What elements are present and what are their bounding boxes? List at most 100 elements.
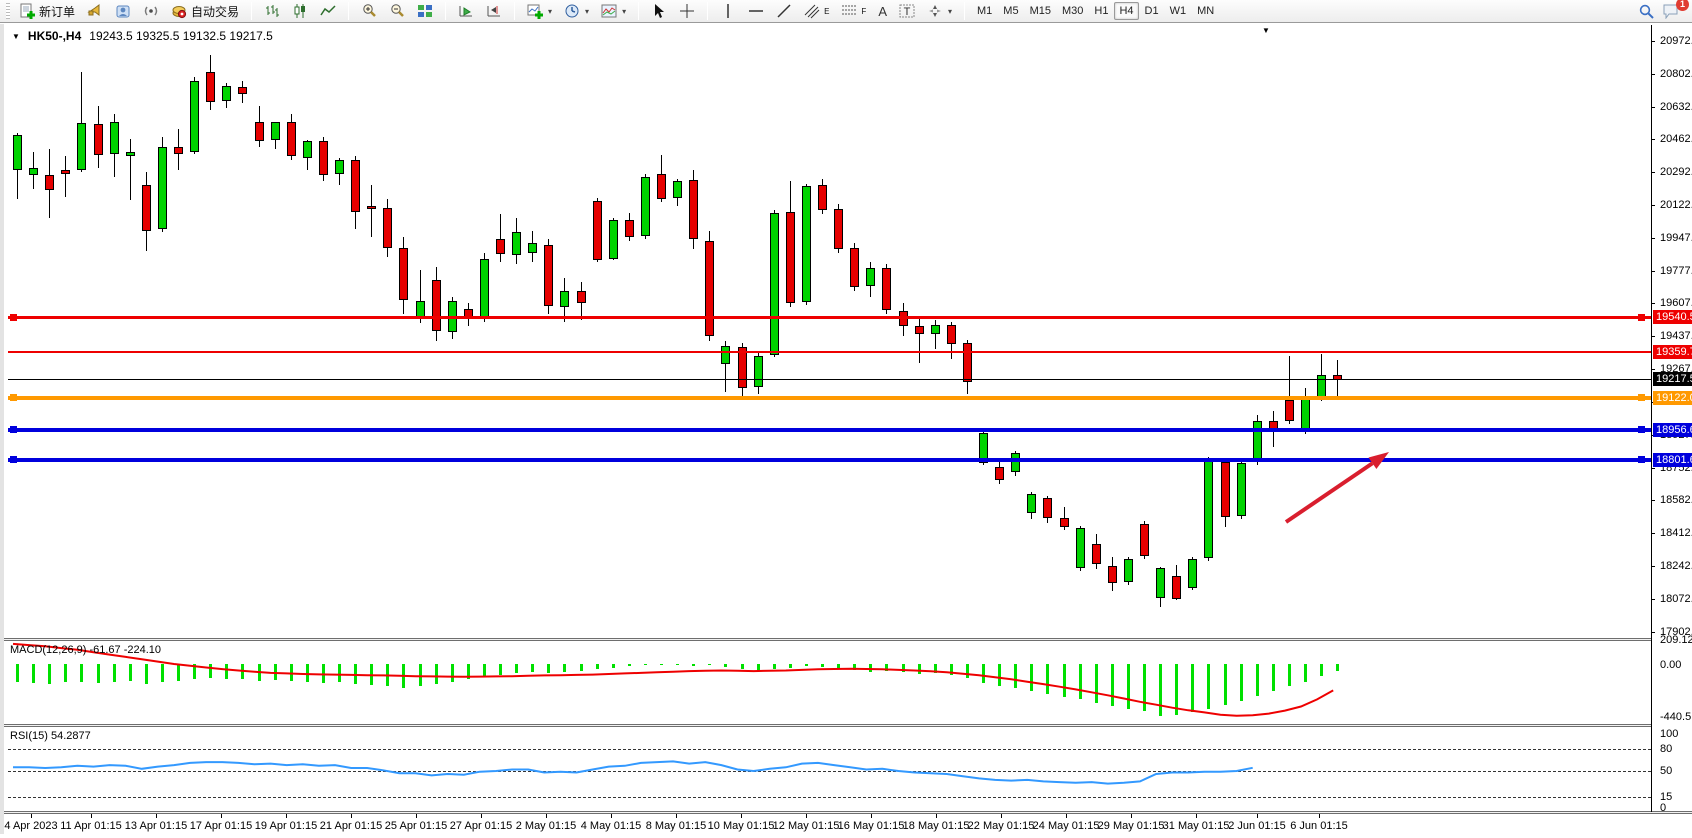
chart-shift-button[interactable] — [481, 1, 507, 21]
timeframe-mn[interactable]: MN — [1192, 2, 1219, 20]
date-tick-label: 2 May 01:15 — [516, 820, 577, 832]
new-chart-button[interactable]: ▾ — [522, 1, 557, 21]
line-handle[interactable] — [10, 314, 17, 321]
date-tickmark — [91, 814, 92, 818]
date-tickmark — [611, 814, 612, 818]
fibo-tool-sub: F — [861, 7, 866, 16]
crosshair-tool-button[interactable] — [674, 1, 700, 21]
chart-symbol-period: HK50-,H4 — [28, 29, 81, 43]
fibonacci-tool-button[interactable]: F — [836, 1, 871, 21]
date-tickmark — [156, 814, 157, 818]
candle — [238, 87, 247, 95]
zoom-out-icon — [389, 3, 405, 19]
toolbar-grip[interactable] — [6, 3, 10, 19]
separator — [964, 2, 965, 20]
horizontal-line-18801.6[interactable] — [8, 458, 1651, 462]
macd-histogram-bar — [193, 664, 196, 679]
macd-histogram-bar — [1240, 664, 1243, 701]
date-tick-label: 11 Apr 01:15 — [60, 820, 122, 832]
label-tool-button[interactable]: T — [894, 1, 920, 21]
macd-histogram-bar — [354, 664, 357, 684]
macd-pane[interactable] — [8, 641, 1651, 724]
timeframe-m5[interactable]: M5 — [998, 2, 1023, 20]
candle — [1237, 463, 1246, 516]
timeframe-h1[interactable]: H1 — [1089, 2, 1113, 20]
macd-histogram-bar — [837, 664, 840, 668]
price-tickmark — [1651, 632, 1655, 633]
cursor-tool-button[interactable] — [646, 1, 672, 21]
trading-platform-window: 新订单 自动交易 — [0, 0, 1692, 838]
horizontal-line-19540.5[interactable] — [8, 316, 1651, 319]
timeframe-h4[interactable]: H4 — [1114, 2, 1138, 20]
price-flag-19540.5: 19540.5 — [1653, 310, 1692, 324]
line-chart-button[interactable] — [315, 1, 341, 21]
periods-button[interactable]: ▾ — [559, 1, 594, 21]
macd-histogram-bar — [467, 664, 470, 679]
date-tickmark — [871, 814, 872, 818]
bar-chart-button[interactable] — [259, 1, 285, 21]
zoom-out-button[interactable] — [384, 1, 410, 21]
macd-histogram-bar — [290, 664, 293, 681]
macd-histogram-bar — [48, 664, 51, 684]
macd-histogram-bar — [515, 664, 518, 673]
line-handle[interactable] — [1638, 426, 1645, 433]
timeframe-d1[interactable]: D1 — [1140, 2, 1164, 20]
horizontal-line-19359.7[interactable] — [8, 351, 1651, 353]
line-handle[interactable] — [1638, 314, 1645, 321]
candle — [303, 141, 312, 158]
line-handle[interactable] — [10, 426, 17, 433]
line-handle[interactable] — [1638, 456, 1645, 463]
zoom-in-button[interactable] — [356, 1, 382, 21]
horizontal-line-18956.6[interactable] — [8, 428, 1651, 432]
text-tool-button[interactable]: A — [873, 1, 892, 21]
candle — [947, 325, 956, 344]
price-tick-label: 20462.0 — [1660, 133, 1692, 145]
channel-tool-button[interactable]: E — [799, 1, 834, 21]
signal-button[interactable] — [138, 1, 164, 21]
auto-trading-icon — [171, 3, 187, 19]
vertical-line-tool-button[interactable] — [715, 1, 741, 21]
macd-histogram-bar — [32, 664, 35, 683]
auto-scroll-button[interactable] — [453, 1, 479, 21]
profile-button[interactable] — [110, 1, 136, 21]
price-tickmark — [1651, 533, 1655, 534]
trendline-tool-button[interactable] — [771, 1, 797, 21]
candle — [45, 175, 54, 190]
search-icon[interactable] — [1638, 3, 1654, 19]
macd-histogram-bar — [1224, 664, 1227, 705]
line-handle[interactable] — [10, 456, 17, 463]
arrows-tool-button[interactable]: ▾ — [922, 1, 957, 21]
timeframe-m30[interactable]: M30 — [1057, 2, 1088, 20]
timeframe-w1[interactable]: W1 — [1165, 2, 1192, 20]
macd-histogram-bar — [596, 664, 599, 669]
line-handle[interactable] — [1638, 394, 1645, 401]
main-chart-pane[interactable] — [8, 25, 1651, 638]
price-tickmark — [1651, 172, 1655, 173]
horizontal-line-19122.0[interactable] — [8, 396, 1651, 400]
candle — [528, 243, 537, 253]
channel-tool-sub: E — [824, 7, 829, 16]
auto-trading-button[interactable]: 自动交易 — [166, 1, 244, 21]
candle — [29, 168, 38, 175]
line-handle[interactable] — [10, 394, 17, 401]
separator — [251, 2, 252, 20]
price-tick-label: 20632.0 — [1660, 101, 1692, 113]
indicators-button[interactable]: ▾ — [596, 1, 631, 21]
rsi-pane[interactable] — [8, 727, 1651, 811]
timeframe-m15[interactable]: M15 — [1025, 2, 1056, 20]
new-order-button[interactable]: 新订单 — [14, 1, 80, 21]
symbol-dropdown-icon[interactable]: ▼ — [12, 32, 20, 41]
alerts-button[interactable] — [82, 1, 108, 21]
candlestick-chart-button[interactable] — [287, 1, 313, 21]
date-tickmark — [481, 814, 482, 818]
horizontal-line-tool-button[interactable] — [743, 1, 769, 21]
time-axis[interactable]: 4 Apr 202311 Apr 01:1513 Apr 01:1517 Apr… — [4, 814, 1692, 836]
macd-histogram-bar — [177, 664, 180, 681]
chart-menu-chevron[interactable]: ▼ — [1262, 26, 1270, 35]
macd-histogram-bar — [402, 664, 405, 688]
tile-windows-button[interactable] — [412, 1, 438, 21]
timeframe-m1[interactable]: M1 — [972, 2, 997, 20]
candle — [1092, 544, 1101, 564]
horizontal-line-19217.5[interactable] — [8, 379, 1651, 380]
chat-icon[interactable]: 1 — [1662, 3, 1682, 19]
